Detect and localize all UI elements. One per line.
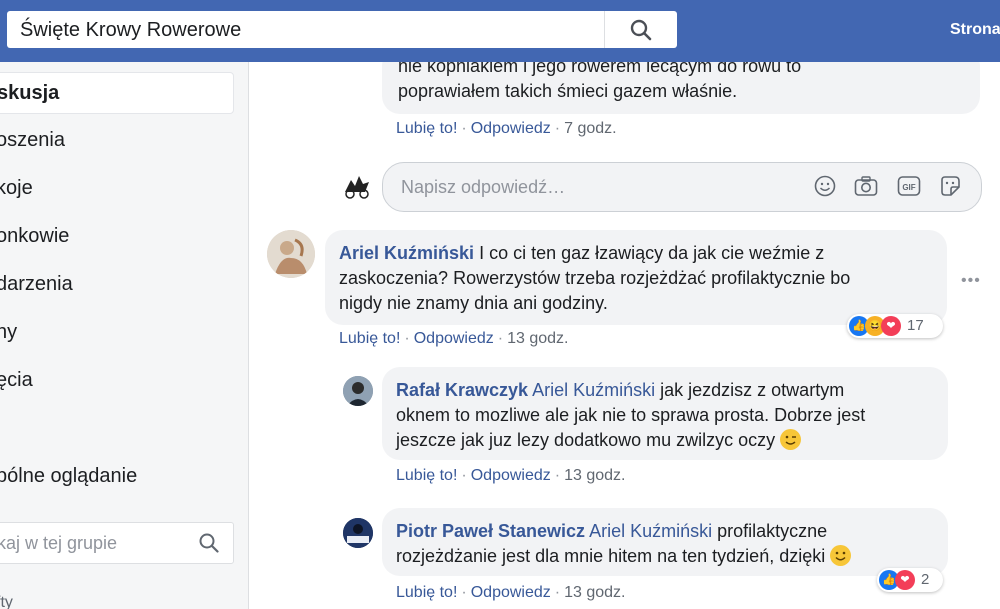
comment-actions: Lubię to! · Odpowiedz · 13 godz. (396, 584, 626, 601)
group-sidebar: skusja oszenia koje onkowie darzenia ny … (0, 62, 249, 609)
ariel-avatar[interactable] (267, 230, 315, 278)
current-user-avatar[interactable] (341, 170, 373, 202)
mention-link[interactable]: Ariel Kuźmiński (532, 380, 655, 400)
sidebar-item-rooms[interactable]: koje (0, 168, 232, 208)
love-reaction-icon: ❤ (895, 570, 915, 590)
sidebar-item-files-short[interactable]: i (0, 408, 232, 448)
sidebar-item-discussion[interactable]: skusja (0, 72, 234, 114)
comment-text-line: rozjeżdżanie jest dla mnie hitem na ten … (396, 546, 826, 566)
search-input[interactable]: Święte Krowy Rowerowe (20, 19, 241, 42)
timestamp[interactable]: 13 godz. (564, 467, 625, 484)
comment-text-line: nie kopniakiem i jego rowerem lecącym do… (398, 62, 802, 76)
sidebar-item-watch-party[interactable]: pólne oglądanie (0, 456, 232, 496)
timestamp[interactable]: 7 godz. (564, 120, 616, 137)
gif-icon[interactable]: GIF (897, 175, 921, 202)
timestamp[interactable]: 13 godz. (564, 584, 625, 601)
group-search-box[interactable]: Święte Krowy Rowerowe (7, 11, 677, 48)
reply-link[interactable]: Odpowiedz (471, 467, 551, 484)
like-link[interactable]: Lubię to! (396, 467, 457, 484)
comment-text-line: poprawiałem takich śmieci gazem właśnie. (398, 81, 738, 101)
sidebar-item-photos[interactable]: ęcia (0, 360, 232, 400)
comment-text-line: zaskoczenia? Rowerzystów trzeba rozjeżdż… (339, 268, 851, 288)
ariel-comment-bubble: Ariel Kuźmiński I co ci ten gaz łzawiący… (325, 230, 947, 325)
rafal-comment-bubble: Rafał Krawczyk Ariel Kuźmiński jak jezdz… (382, 367, 948, 460)
like-link[interactable]: Lubię to! (339, 330, 400, 347)
emoji-icon[interactable] (814, 175, 836, 202)
comment-text-line: oknem to mozliwe ale jak nie to sprawa p… (396, 405, 866, 425)
reaction-count: 17 (907, 317, 924, 334)
reaction-summary[interactable]: 👍 😆 ❤ 17 (847, 314, 943, 338)
nav-link-home[interactable]: Strona (950, 21, 1000, 39)
top-navigation-bar: Święte Krowy Rowerowe Strona (0, 0, 1000, 62)
reply-toolbar: GIF (800, 175, 961, 202)
mention-link[interactable]: Ariel Kuźmiński (589, 521, 712, 541)
comment-actions: Lubię to! · Odpowiedz · 7 godz. (396, 120, 617, 137)
group-search-placeholder: kaj w tej grupie (0, 533, 118, 553)
sidebar-item-events[interactable]: darzenia (0, 264, 232, 304)
sidebar-item-announcements[interactable]: oszenia (0, 120, 232, 160)
reaction-summary[interactable]: 👍 ❤ 2 (877, 568, 943, 592)
smile-emoji-icon (830, 545, 852, 566)
sidebar-item-files[interactable]: ny (0, 312, 232, 352)
more-options-icon[interactable]: ••• (961, 272, 981, 290)
comment-text-line: I co ci ten gaz łzawiący da jak cie weźm… (479, 243, 825, 263)
reply-link[interactable]: Odpowiedz (471, 584, 551, 601)
sidebar-item-members[interactable]: onkowie (0, 216, 232, 256)
piotr-avatar[interactable] (343, 518, 373, 548)
comment-author[interactable]: Piotr Paweł Stanewicz (396, 521, 585, 541)
comment-text-line: nigdy nie znamy dnia ani godziny. (339, 293, 608, 313)
wink-emoji-icon (780, 429, 802, 450)
comment-text-line: jak jezdzisz z otwartym (660, 380, 845, 400)
comment-author[interactable]: Rafał Krawczyk (396, 380, 528, 400)
like-link[interactable]: Lubię to! (396, 584, 457, 601)
piotr-comment-bubble: Piotr Paweł Stanewicz Ariel Kuźmiński pr… (382, 508, 948, 576)
reply-link[interactable]: Odpowiedz (414, 330, 494, 347)
camera-icon[interactable] (854, 175, 878, 202)
comment-text-line: jeszcze jak juz lezy dodatkowo mu zwilzy… (396, 430, 776, 450)
reply-input[interactable]: Napisz odpowiedź… GIF (382, 162, 982, 212)
comment-actions: Lubię to! · Odpowiedz · 13 godz. (396, 467, 626, 484)
comment-text-line: profilaktyczne (717, 521, 828, 541)
like-link[interactable]: Lubię to! (396, 120, 457, 137)
love-reaction-icon: ❤ (881, 316, 901, 336)
comments-thread: nie kopniakiem i jego rowerem lecącym do… (249, 62, 1000, 609)
sticker-icon[interactable] (939, 175, 961, 202)
search-button[interactable] (604, 11, 677, 48)
comment-actions: Lubię to! · Odpowiedz · 13 godz. (339, 330, 569, 347)
reply-link[interactable]: Odpowiedz (471, 120, 551, 137)
sidebar-cutoff-text: fty (0, 594, 13, 609)
comment-bubble-partial: nie kopniakiem i jego rowerem lecącym do… (382, 62, 980, 114)
search-icon (630, 19, 652, 41)
timestamp[interactable]: 13 godz. (507, 330, 568, 347)
group-search-field[interactable]: kaj w tej grupie (0, 522, 234, 564)
reply-placeholder: Napisz odpowiedź… (401, 177, 566, 197)
svg-text:GIF: GIF (902, 183, 915, 192)
rafal-avatar[interactable] (343, 376, 373, 406)
reaction-count: 2 (921, 571, 930, 588)
search-icon (199, 533, 219, 553)
comment-author[interactable]: Ariel Kuźmiński (339, 243, 474, 263)
